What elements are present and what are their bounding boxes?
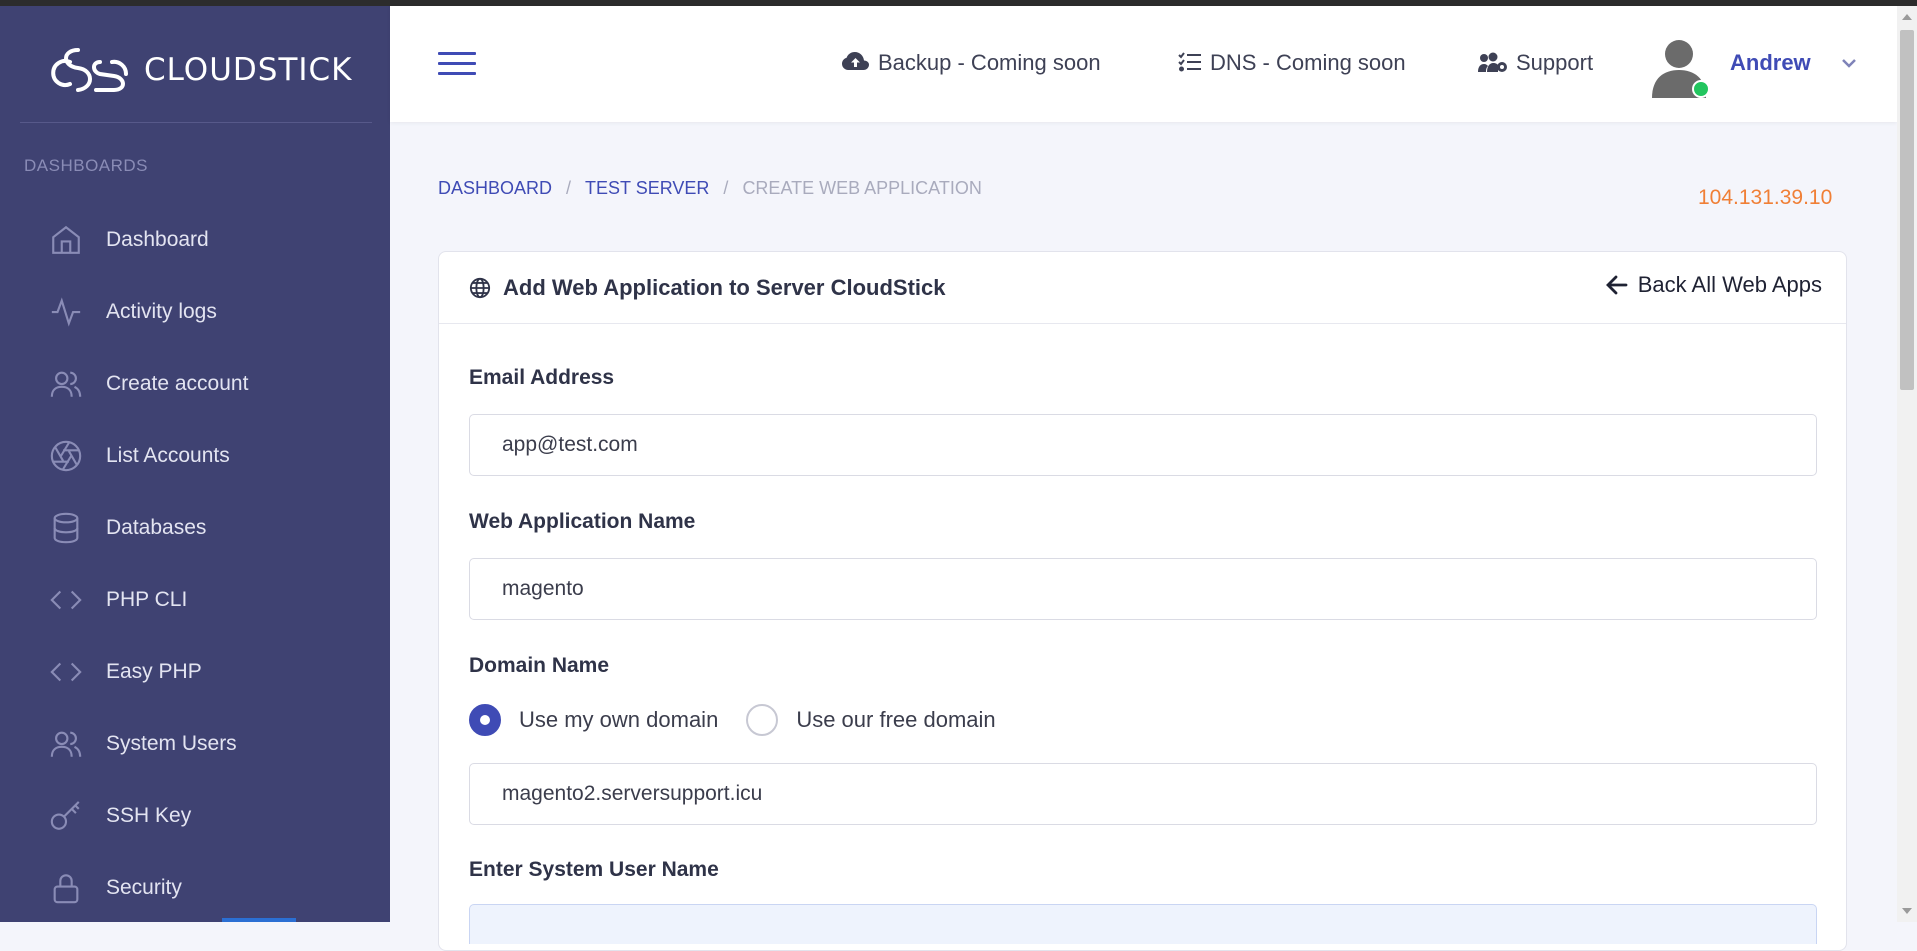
sidebar-item-ssh-key[interactable]: SSH Key	[0, 780, 390, 852]
menu-toggle-button[interactable]	[438, 52, 476, 80]
breadcrumb: DASHBOARD / TEST SERVER / CREATE WEB APP…	[438, 178, 982, 199]
dns-link-label: DNS - Coming soon	[1210, 50, 1406, 75]
email-label: Email Address	[469, 366, 615, 389]
top-header: Backup - Coming soon DNS - Coming soon S…	[390, 6, 1897, 122]
sidebar-item-label: System Users	[106, 732, 237, 755]
sidebar-item-label: List Accounts	[106, 444, 230, 467]
key-icon	[48, 798, 84, 834]
own-domain-radio[interactable]	[469, 704, 501, 736]
breadcrumb-separator: /	[723, 178, 729, 198]
sidebar: CLOUDSTICK DASHBOARDS Dashboard Activity…	[0, 6, 390, 922]
brand-name: CLOUDSTICK	[144, 52, 353, 88]
scroll-up-arrow[interactable]	[1902, 14, 1912, 20]
sidebar-item-label: Dashboard	[106, 228, 209, 251]
sidebar-item-php-cli[interactable]: PHP CLI	[0, 564, 390, 636]
sidebar-item-databases[interactable]: Databases	[0, 492, 390, 564]
users-icon	[48, 726, 84, 762]
activity-icon	[48, 294, 84, 330]
list-check-icon	[1178, 52, 1201, 72]
globe-icon	[469, 277, 491, 298]
sidebar-item-easy-php[interactable]: Easy PHP	[0, 636, 390, 708]
card-header: Add Web Application to Server CloudStick…	[439, 252, 1846, 324]
free-domain-radio[interactable]	[746, 704, 779, 736]
domain-field[interactable]	[469, 763, 1817, 825]
breadcrumb-dashboard[interactable]: DASHBOARD	[438, 178, 552, 199]
domain-label: Domain Name	[469, 654, 610, 677]
back-link-label: Back All Web Apps	[1637, 272, 1822, 297]
back-all-web-apps-link[interactable]: Back All Web Apps	[1605, 272, 1822, 298]
scroll-thumb[interactable]	[1900, 30, 1914, 390]
sidebar-section-heading: DASHBOARDS	[24, 156, 149, 175]
scroll-down-arrow[interactable]	[1902, 908, 1912, 914]
breadcrumb-current: CREATE WEB APPLICATION	[742, 178, 982, 198]
database-icon	[48, 510, 84, 546]
sidebar-item-label: Security	[106, 876, 182, 899]
backup-link[interactable]: Backup - Coming soon	[842, 50, 1101, 76]
domain-options: Use my own domain Use our free domain	[469, 704, 1024, 736]
sidebar-item-create-account[interactable]: Create account	[0, 348, 390, 420]
sidebar-scroll-indicator	[222, 918, 296, 922]
arrow-left-icon	[1605, 275, 1628, 295]
breadcrumb-separator: /	[566, 178, 572, 198]
support-link[interactable]: Support	[1478, 50, 1593, 76]
backup-link-label: Backup - Coming soon	[878, 50, 1101, 75]
users-icon	[48, 366, 84, 402]
sidebar-divider	[20, 122, 372, 123]
dns-link[interactable]: DNS - Coming soon	[1178, 50, 1406, 76]
hamburger-line	[438, 72, 476, 75]
web-app-form-card: Add Web Application to Server CloudStick…	[438, 251, 1847, 951]
sidebar-item-system-users[interactable]: System Users	[0, 708, 390, 780]
breadcrumb-test-server[interactable]: TEST SERVER	[585, 178, 709, 199]
cloudstick-logo-icon	[51, 48, 129, 92]
sidebar-item-dashboard[interactable]: Dashboard	[0, 204, 390, 276]
sidebar-item-security[interactable]: Security	[0, 852, 390, 924]
hamburger-line	[438, 52, 476, 55]
sidebar-item-label: Easy PHP	[106, 660, 202, 683]
sidebar-nav: Dashboard Activity logs Create account L…	[0, 204, 390, 924]
sidebar-item-label: PHP CLI	[106, 588, 188, 611]
sidebar-item-label: SSH Key	[106, 804, 192, 827]
sidebar-item-activity-logs[interactable]: Activity logs	[0, 276, 390, 348]
home-icon	[48, 222, 84, 258]
own-domain-label[interactable]: Use my own domain	[519, 707, 718, 733]
app-name-label: Web Application Name	[469, 510, 696, 533]
email-field[interactable]	[469, 414, 1817, 476]
system-user-field[interactable]	[469, 904, 1817, 944]
code-icon	[48, 582, 84, 618]
page-scrollbar[interactable]	[1897, 6, 1917, 922]
cloud-upload-icon	[842, 52, 869, 70]
aperture-icon	[48, 438, 84, 474]
lock-icon	[48, 870, 84, 906]
sidebar-item-label: Activity logs	[106, 300, 217, 323]
sidebar-item-label: Create account	[106, 372, 249, 395]
card-title: Add Web Application to Server CloudStick	[503, 274, 946, 300]
user-name[interactable]: Andrew	[1730, 50, 1811, 76]
support-link-label: Support	[1516, 50, 1594, 75]
online-status-dot	[1692, 80, 1710, 98]
system-user-label: Enter System User Name	[469, 858, 719, 881]
code-icon	[48, 654, 84, 690]
sidebar-item-label: Databases	[106, 516, 207, 539]
app-name-field[interactable]	[469, 558, 1817, 620]
sidebar-item-list-accounts[interactable]: List Accounts	[0, 420, 390, 492]
brand-logo[interactable]: CLOUDSTICK	[48, 44, 353, 96]
server-ip: 104.131.39.10	[1698, 186, 1833, 209]
chevron-down-icon[interactable]	[1840, 56, 1858, 70]
free-domain-label[interactable]: Use our free domain	[796, 707, 995, 733]
hamburger-line	[438, 62, 476, 65]
users-cog-icon	[1478, 52, 1507, 72]
